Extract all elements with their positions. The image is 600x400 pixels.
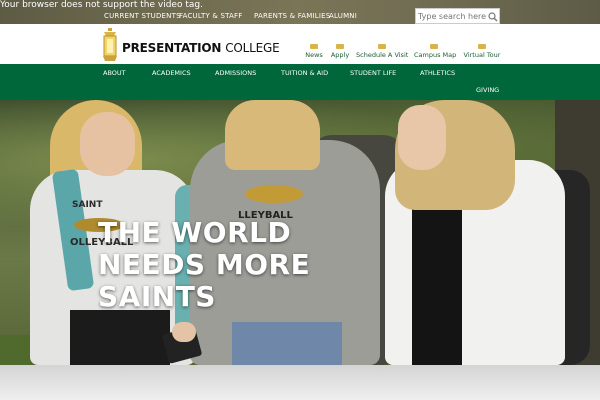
nav-student-life[interactable]: STUDENT LIFE — [350, 69, 396, 77]
quick-link-virtual-tour[interactable]: Virtual Tour — [463, 44, 501, 60]
student-middle-hair — [225, 100, 320, 170]
student-left-face — [80, 112, 135, 176]
apply-icon — [336, 44, 344, 49]
calendar-icon — [378, 44, 386, 49]
lantern-icon — [100, 28, 120, 66]
shirt-text-saints: SAINT — [72, 200, 103, 210]
college-name-bold: PRESENTATION — [122, 41, 222, 55]
video-camera-icon — [478, 44, 486, 49]
student-middle-hand — [172, 322, 196, 342]
quick-link-campus-map[interactable]: Campus Map — [414, 44, 457, 60]
site-header: PRESENTATION COLLEGE News Apply Schedule… — [0, 24, 600, 64]
college-name: PRESENTATION COLLEGE — [122, 41, 280, 55]
quick-link-virtual-tour-label: Virtual Tour — [463, 51, 501, 59]
hero-headline-line-1: THE WORLD — [98, 216, 292, 249]
map-pin-icon — [430, 44, 438, 49]
student-middle-jeans — [232, 322, 342, 365]
quick-link-schedule-visit[interactable]: Schedule A Visit — [356, 44, 408, 60]
quick-link-news[interactable]: News — [303, 44, 325, 60]
quick-link-news-label: News — [305, 51, 323, 59]
quick-link-campus-map-label: Campus Map — [414, 51, 457, 59]
nav-tuition-aid[interactable]: TUITION & AID — [281, 69, 328, 77]
nav-about[interactable]: ABOUT — [103, 69, 126, 77]
search-input[interactable] — [418, 9, 486, 23]
nav-athletics[interactable]: ATHLETICS — [420, 69, 455, 77]
search-icon[interactable] — [486, 9, 500, 23]
hero-headline-line-3: SAINTS — [98, 280, 216, 313]
utility-link-faculty-staff[interactable]: FACULTY & STAFF — [179, 12, 242, 20]
search-box — [415, 8, 500, 24]
news-icon — [310, 44, 318, 49]
hero-headline: THE WORLD NEEDS MORE SAINTS — [98, 217, 310, 313]
college-logo[interactable]: PRESENTATION COLLEGE — [100, 28, 280, 62]
college-name-light: COLLEGE — [225, 41, 280, 55]
utility-link-parents-families[interactable]: PARENTS & FAMILIES — [254, 12, 330, 20]
hero-headline-line-2: NEEDS MORE — [98, 248, 311, 281]
student-right-face — [398, 105, 446, 170]
nav-giving[interactable]: GIVING — [476, 86, 499, 94]
quick-link-apply-label: Apply — [330, 51, 350, 59]
sweatshirt-wings-logo — [245, 185, 303, 203]
student-left-pants — [70, 310, 170, 365]
nav-academics[interactable]: ACADEMICS — [152, 69, 191, 77]
main-nav: ABOUT ACADEMICS ADMISSIONS TUITION & AID… — [0, 64, 600, 100]
utility-link-alumni[interactable]: ALUMNI — [329, 12, 357, 20]
page-bottom-strip — [0, 365, 600, 400]
hero-banner: SAINT OLLEYBALL LLEYBALL THE WORLD NEEDS… — [0, 100, 600, 365]
quick-link-schedule-visit-label: Schedule A Visit — [356, 51, 409, 59]
video-fallback-notice: Your browser does not support the video … — [0, 0, 203, 10]
utility-bar: Your browser does not support the video … — [0, 0, 600, 24]
quick-link-apply[interactable]: Apply — [330, 44, 350, 60]
utility-link-current-students[interactable]: CURRENT STUDENTS — [104, 12, 181, 20]
nav-admissions[interactable]: ADMISSIONS — [215, 69, 256, 77]
